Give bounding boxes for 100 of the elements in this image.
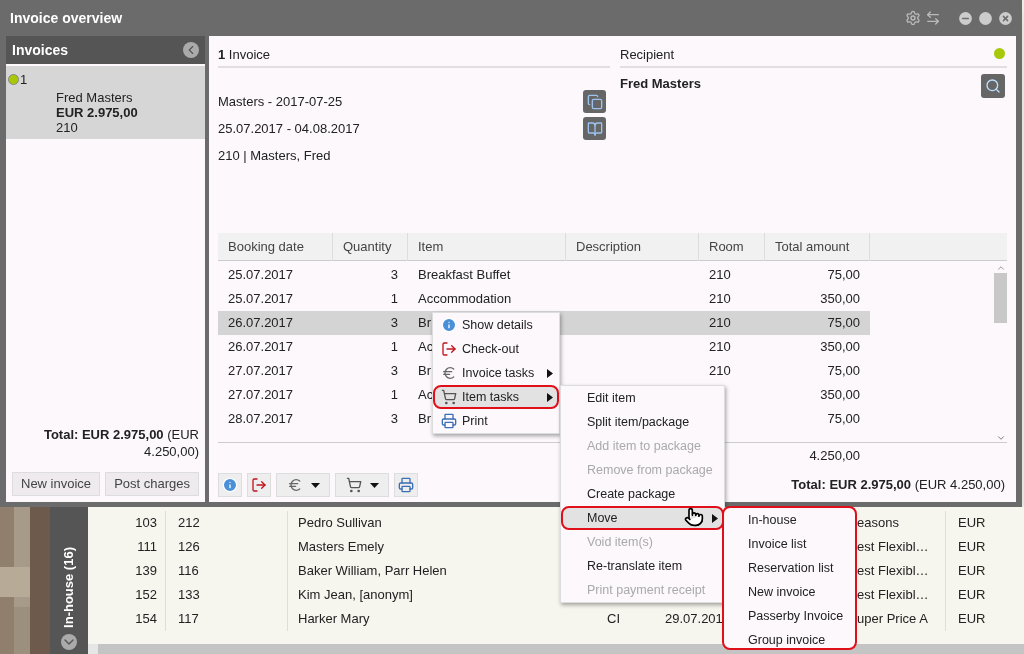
minimize-icon[interactable]	[957, 9, 974, 27]
scrollbar[interactable]	[994, 263, 1007, 443]
printer-icon	[441, 413, 457, 429]
table-cell[interactable]: 26.07.2017	[218, 311, 333, 335]
column-header[interactable]: Description	[566, 233, 699, 261]
list-cell: 29.07.201	[665, 611, 723, 626]
menu-item[interactable]: Invoice tasks	[433, 361, 559, 385]
list-cell: uper Price A	[857, 611, 928, 626]
menu-item[interactable]: Print	[433, 409, 559, 433]
expand-icon[interactable]	[61, 634, 77, 650]
book-button[interactable]	[583, 117, 606, 140]
table-cell: 1	[390, 291, 398, 306]
list-cell: 126	[178, 539, 200, 554]
list-cell: EUR	[958, 539, 986, 554]
table-cell[interactable]: 25.07.2017	[218, 263, 333, 287]
cart-icon	[441, 389, 457, 405]
search-button[interactable]	[981, 74, 1005, 98]
column-header[interactable]: Quantity	[333, 233, 408, 261]
window-title: Invoice overview	[10, 8, 123, 28]
table-cell: 210	[709, 339, 731, 354]
panel-button[interactable]: New invoice	[12, 472, 101, 496]
table-cell: 75,00	[827, 267, 860, 282]
table-cell: Ac	[418, 339, 434, 354]
menu-item[interactable]: Edit item	[561, 386, 724, 410]
menu-item[interactable]: In-house	[724, 509, 855, 533]
info-button[interactable]	[218, 473, 242, 497]
close-icon[interactable]	[997, 9, 1014, 27]
list-cell: 133	[178, 587, 200, 602]
column-header[interactable]: Booking date	[218, 233, 333, 261]
menu-item[interactable]: Show details	[433, 313, 559, 337]
menu-item[interactable]: Reservation list	[724, 557, 855, 581]
list-cell: est Flexibl…	[857, 539, 929, 554]
swap-arrows-icon[interactable]	[925, 10, 941, 26]
book-icon	[586, 120, 603, 137]
checkout-button[interactable]	[247, 473, 271, 497]
table-cell: 210	[709, 315, 731, 330]
table-cell[interactable]: 28.07.2017	[218, 407, 333, 431]
column-header[interactable]: Room	[699, 233, 765, 261]
menu-item[interactable]: Invoice list	[724, 533, 855, 557]
invoice-info-line: 25.07.2017 - 04.08.2017	[218, 119, 360, 138]
invoice-info-line: Masters - 2017-07-25	[218, 92, 343, 111]
invoice-tasks-dropdown[interactable]	[276, 473, 330, 497]
menu-item[interactable]: Re-translate item	[561, 554, 724, 578]
column-header[interactable]: Item	[408, 233, 566, 261]
table-cell: Breakfast Buffet	[418, 267, 511, 282]
menu-item[interactable]: Move	[561, 506, 724, 530]
list-cell: EUR	[958, 563, 986, 578]
table-cell: 210	[709, 291, 731, 306]
copy-button[interactable]	[583, 90, 606, 113]
caret-icon	[369, 482, 379, 488]
table-cell: 3	[390, 267, 398, 282]
side-tab[interactable]: In-house (16)	[50, 507, 88, 654]
table-cell: 3	[390, 315, 398, 330]
list-cell: est Flexibl…	[857, 563, 929, 578]
menu-item[interactable]: New invoice	[724, 581, 855, 605]
list-cell: CI	[607, 611, 620, 626]
table-cell[interactable]: 26.07.2017	[218, 335, 333, 359]
table-cell: 75,00	[827, 411, 860, 426]
caret-icon	[310, 482, 320, 488]
item-tasks-dropdown[interactable]	[335, 473, 389, 497]
table-cell: Ac	[418, 387, 434, 402]
info-icon	[441, 317, 457, 333]
table-cell: 1	[390, 339, 398, 354]
list-cell: 212	[178, 515, 200, 530]
menu-item[interactable]: Split item/package	[561, 410, 724, 434]
list-cell: 117	[178, 611, 199, 626]
menu-item[interactable]: Create package	[561, 482, 724, 506]
column-header[interactable]: Total amount	[765, 233, 870, 261]
list-cell: Kim Jean, [anonym]	[298, 587, 413, 602]
list-cell: 152	[135, 587, 157, 602]
panel-button[interactable]: Post charges	[105, 472, 199, 496]
list-cell: Masters Emely	[298, 539, 384, 554]
menu-item[interactable]: Check-out	[433, 337, 559, 361]
table-cell[interactable]: 27.07.2017	[218, 383, 333, 407]
cart-icon	[345, 477, 362, 493]
menu-item[interactable]: Passerby Invoice	[724, 605, 855, 629]
list-cell: Pedro Sullivan	[298, 515, 382, 530]
table-cell[interactable]: 27.07.2017	[218, 359, 333, 383]
euro-icon	[286, 477, 303, 493]
list-cell: 154	[135, 611, 157, 626]
table-cell: 210	[709, 267, 731, 282]
collapse-icon[interactable]	[183, 42, 199, 58]
settings-icon[interactable]	[905, 10, 921, 26]
menu-item[interactable]: Group invoice	[724, 629, 855, 653]
table-cell: 350,00	[820, 291, 860, 306]
table-cell: Br	[418, 411, 431, 426]
table-cell[interactable]: 25.07.2017	[218, 287, 333, 311]
euro-icon	[441, 365, 457, 381]
scroll-up-icon[interactable]	[995, 263, 1006, 273]
invoice-amount: EUR 2.975,00	[55, 104, 139, 120]
info-icon	[222, 477, 238, 493]
invoice-list-item[interactable]: 1 Fred Masters EUR 2.975,00 210	[6, 66, 205, 139]
print-button[interactable]	[394, 473, 418, 497]
sum-cell-text: 4.250,00	[808, 447, 861, 465]
table-cell: 350,00	[820, 339, 860, 354]
table-cell: Br	[418, 315, 431, 330]
scroll-down-icon[interactable]	[995, 433, 1006, 443]
table-cell: 1	[390, 387, 398, 402]
menu-item[interactable]: Item tasks	[433, 385, 559, 409]
table-cell: 75,00	[827, 363, 860, 378]
